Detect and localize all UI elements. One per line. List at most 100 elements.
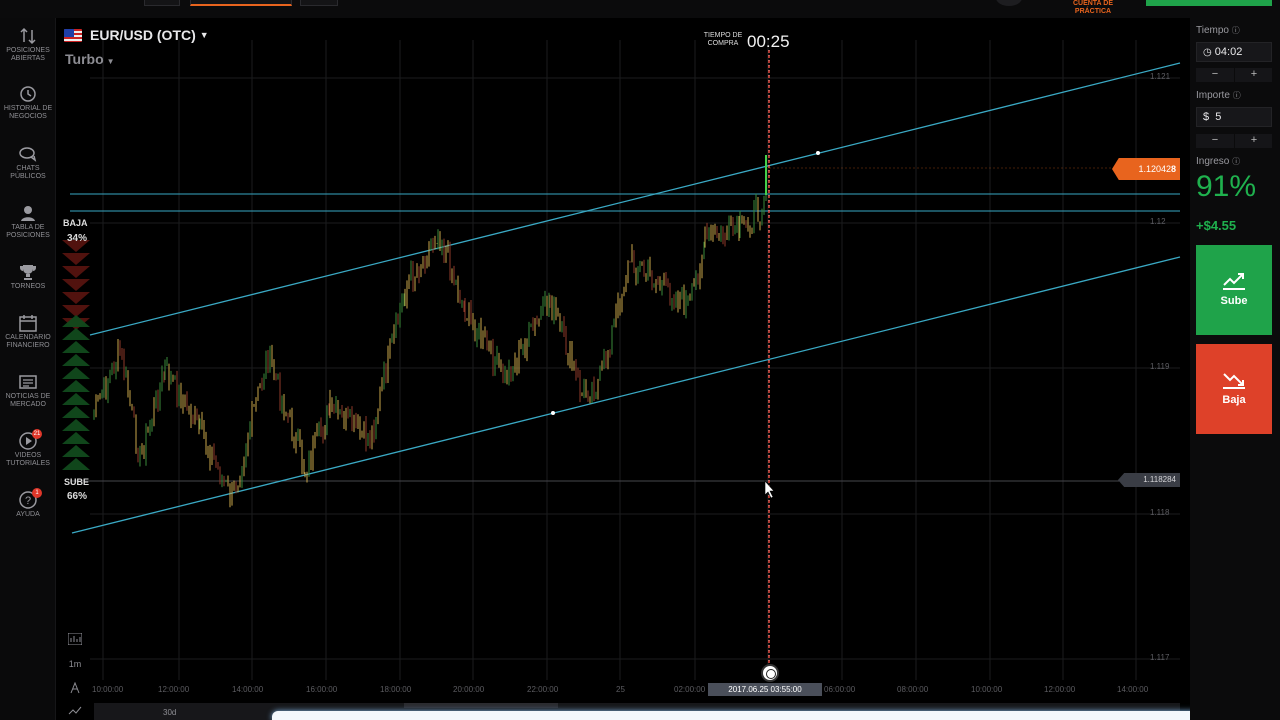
expiry-time-field[interactable]: ◷ 04:02 — [1196, 42, 1272, 62]
purchase-time-label: TIEMPO DE COMPRA — [703, 32, 743, 47]
sidebar-item-help[interactable]: ? 1 AYUDA — [0, 488, 56, 519]
leaderboard-icon — [21, 206, 35, 221]
x-tick-label: 14:00:00 — [1117, 685, 1149, 694]
sidebar-item-videos[interactable]: 21 VIDEOS TUTORIALES — [0, 429, 56, 468]
current-price-last-digit: 8 — [1170, 164, 1176, 174]
current-price-tag: 1.120428 — [1112, 158, 1180, 180]
practice-account-label: CUENTA DE PRÁCTICA — [1072, 0, 1114, 15]
x-tick-label: 14:00:00 — [232, 685, 264, 694]
sidebar-item-calendar[interactable]: CALENDARIO FINANCIERO — [0, 313, 56, 350]
time-decrease-button[interactable]: − — [1196, 68, 1234, 82]
asset-selector[interactable]: EUR/USD (OTC) ▼ — [64, 26, 209, 44]
sidebar-item-label: AYUDA — [16, 511, 40, 518]
notification-badge: 21 — [32, 429, 42, 439]
sidebar-item-open-positions[interactable]: POSICIONES ABIERTAS — [0, 26, 56, 63]
y-tick-label: 1.12 — [1150, 217, 1166, 226]
sentiment-up-arrow — [62, 458, 90, 470]
payout-percent: 91% — [1196, 170, 1257, 203]
expiry-time-value: 04:02 — [1214, 46, 1243, 58]
indicators-button[interactable] — [64, 705, 86, 717]
expiration-timer-icon[interactable] — [761, 664, 779, 682]
amount-label: Importe ⓘ — [1196, 90, 1241, 101]
target-price-tag: 1.118284 — [1118, 473, 1180, 487]
x-tick-label: 22:00:00 — [527, 685, 559, 694]
call-up-label: Sube — [1220, 295, 1248, 307]
sentiment-up-label: SUBE — [64, 477, 90, 487]
sentiment-down-arrow — [62, 279, 90, 291]
call-up-button[interactable]: Sube — [1196, 245, 1272, 335]
chevron-down-icon: ▼ — [106, 57, 115, 66]
x-tick-label: 02:00:00 — [674, 685, 706, 694]
sidebar-item-label: VIDEOS TUTORIALES — [6, 452, 50, 467]
bottom-notification-bar — [272, 711, 1264, 720]
drawing-icon — [70, 681, 80, 694]
svg-text:?: ? — [25, 495, 31, 507]
chart-canvas[interactable] — [56, 18, 1190, 720]
put-down-label: Baja — [1222, 394, 1246, 406]
period-label[interactable]: 30d — [163, 708, 176, 717]
x-tick-label: 10:00:00 — [971, 685, 1003, 694]
channel-upper-line — [89, 62, 1181, 336]
current-price-value: 1.12042 — [1138, 164, 1171, 174]
trophy-icon — [20, 265, 36, 280]
sentiment-down-arrow — [62, 292, 90, 304]
amount-decrease-button[interactable]: − — [1196, 134, 1234, 148]
avatar[interactable] — [996, 0, 1022, 6]
amount-input[interactable]: $ 5 — [1196, 107, 1272, 127]
drawing-tools-button[interactable] — [64, 681, 86, 696]
put-down-button[interactable]: Baja — [1196, 344, 1272, 434]
time-increase-button[interactable]: + — [1235, 68, 1273, 82]
top-tab[interactable] — [144, 0, 180, 6]
chevron-down-icon: ▼ — [199, 30, 209, 40]
clock-icon: ◷ — [1203, 47, 1212, 58]
currency-flag-icon — [64, 28, 82, 42]
right-edge-strip — [1272, 18, 1280, 720]
top-tab-active[interactable] — [190, 0, 292, 6]
sidebar-item-chats[interactable]: CHATS PÚBLICOS — [0, 144, 56, 181]
sidebar-item-tournaments[interactable]: TORNEOS — [0, 262, 56, 291]
swap-icon — [20, 27, 36, 45]
sidebar-item-label: HISTORIAL DE NEGOCIOS — [3, 105, 53, 120]
price-chart[interactable] — [56, 18, 1190, 720]
payout-amount: +$4.55 — [1196, 218, 1237, 233]
chart-scroll-thumb[interactable] — [404, 703, 558, 708]
sentiment-up-arrow — [62, 432, 90, 444]
y-tick-label: 1.121 — [1150, 72, 1171, 81]
sidebar-item-label: NOTICIAS DE MERCADO — [5, 393, 51, 408]
sidebar: POSICIONES ABIERTAS HISTORIAL DE NEGOCIO… — [0, 18, 56, 720]
top-bar: CUENTA DE PRÁCTICA — [0, 0, 1280, 18]
sidebar-item-label: CHATS PÚBLICOS — [10, 165, 46, 180]
option-type-selector[interactable]: Turbo ▼ — [65, 51, 115, 67]
mouse-cursor-icon — [764, 480, 775, 499]
sentiment-up-arrow — [62, 393, 90, 405]
sidebar-item-label: POSICIONES ABIERTAS — [6, 47, 50, 62]
amount-increase-button[interactable]: + — [1235, 134, 1273, 148]
chart-type-button[interactable] — [64, 632, 86, 647]
sentiment-down-arrow — [62, 253, 90, 265]
timeframe-button[interactable]: 1m — [64, 659, 86, 669]
sentiment-up-percent: 66% — [67, 491, 88, 502]
sentiment-up-arrow — [62, 419, 90, 431]
trend-down-icon — [1223, 373, 1245, 389]
x-tick-label: 08:00:00 — [897, 685, 929, 694]
sidebar-item-label: TORNEOS — [10, 283, 46, 290]
trade-panel: Tiempo ⓘ ◷ 04:02 − + Importe ⓘ $ 5 − + I… — [1190, 18, 1280, 720]
sentiment-down-label: BAJA — [63, 218, 88, 228]
sidebar-item-label: CALENDARIO FINANCIERO — [5, 334, 51, 349]
income-label: Ingreso ⓘ — [1196, 156, 1241, 167]
sidebar-item-label: TABLA DE POSICIONES — [6, 224, 50, 239]
option-type-label: Turbo — [65, 51, 104, 67]
sidebar-item-news[interactable]: NOTICIAS DE MERCADO — [0, 372, 56, 409]
sentiment-up-arrow — [62, 406, 90, 418]
notification-badge: 1 — [32, 488, 42, 498]
top-tab[interactable] — [300, 0, 338, 6]
sentiment-up-arrow — [62, 328, 90, 340]
sentiment-down-arrow — [62, 266, 90, 278]
sentiment-up-arrow — [62, 445, 90, 457]
x-tick-label: 06:00:00 — [824, 685, 856, 694]
history-icon — [20, 86, 36, 102]
sentiment-down-percent: 34% — [67, 233, 88, 244]
sidebar-item-history[interactable]: HISTORIAL DE NEGOCIOS — [0, 84, 56, 121]
sidebar-item-leaderboard[interactable]: TABLA DE POSICIONES — [0, 203, 56, 240]
deposit-button[interactable] — [1146, 0, 1272, 6]
